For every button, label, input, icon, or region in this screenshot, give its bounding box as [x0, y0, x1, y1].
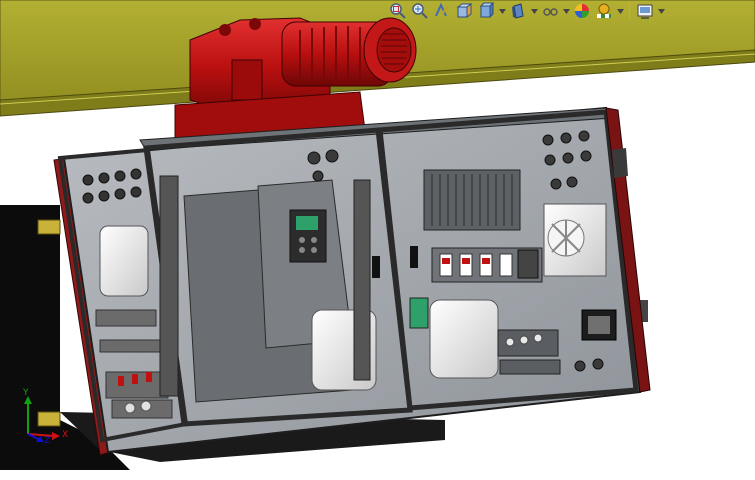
view-orientation-dropdown[interactable]	[498, 1, 506, 21]
triad-y-label: Y	[23, 388, 29, 398]
hide-show-items-icon[interactable]	[540, 1, 560, 21]
display-style-dropdown[interactable]	[530, 1, 538, 21]
view-orientation-icon[interactable]	[476, 1, 496, 21]
reference-triad: Y X Z	[14, 388, 74, 446]
heatsink-rail[interactable]	[423, 169, 521, 231]
status-module[interactable]	[409, 297, 429, 329]
triad-x-label: X	[62, 430, 69, 440]
terminal-blocks-right[interactable]	[497, 329, 561, 375]
zoom-to-fit-icon[interactable]	[388, 1, 408, 21]
toolbar-separator	[629, 3, 630, 19]
heads-up-view-toolbar	[388, 0, 665, 22]
gear-motor[interactable]	[174, 17, 417, 141]
edit-appearance-icon[interactable]	[572, 1, 592, 21]
view-settings-icon[interactable]	[635, 1, 655, 21]
apply-scene-dropdown[interactable]	[616, 1, 624, 21]
previous-view-icon[interactable]	[432, 1, 452, 21]
graphics-area[interactable]: Y X Z	[0, 0, 755, 476]
door-handle-left[interactable]	[372, 256, 380, 278]
electrical-cabinet[interactable]	[53, 106, 651, 456]
apply-scene-icon[interactable]	[594, 1, 614, 21]
view-settings-dropdown[interactable]	[657, 1, 665, 21]
display-style-icon[interactable]	[508, 1, 528, 21]
fan-cover-left[interactable]	[99, 225, 149, 297]
fan-cover-right[interactable]	[429, 299, 499, 379]
triad-z-label: Z	[44, 436, 51, 446]
zoom-to-area-icon[interactable]	[410, 1, 430, 21]
3d-model-view[interactable]	[0, 0, 755, 476]
hide-show-items-dropdown[interactable]	[562, 1, 570, 21]
section-view-icon[interactable]	[454, 1, 474, 21]
contactor-row[interactable]	[431, 247, 543, 283]
exhaust-fan-right[interactable]	[543, 203, 607, 277]
door-handle-right[interactable]	[410, 246, 418, 268]
